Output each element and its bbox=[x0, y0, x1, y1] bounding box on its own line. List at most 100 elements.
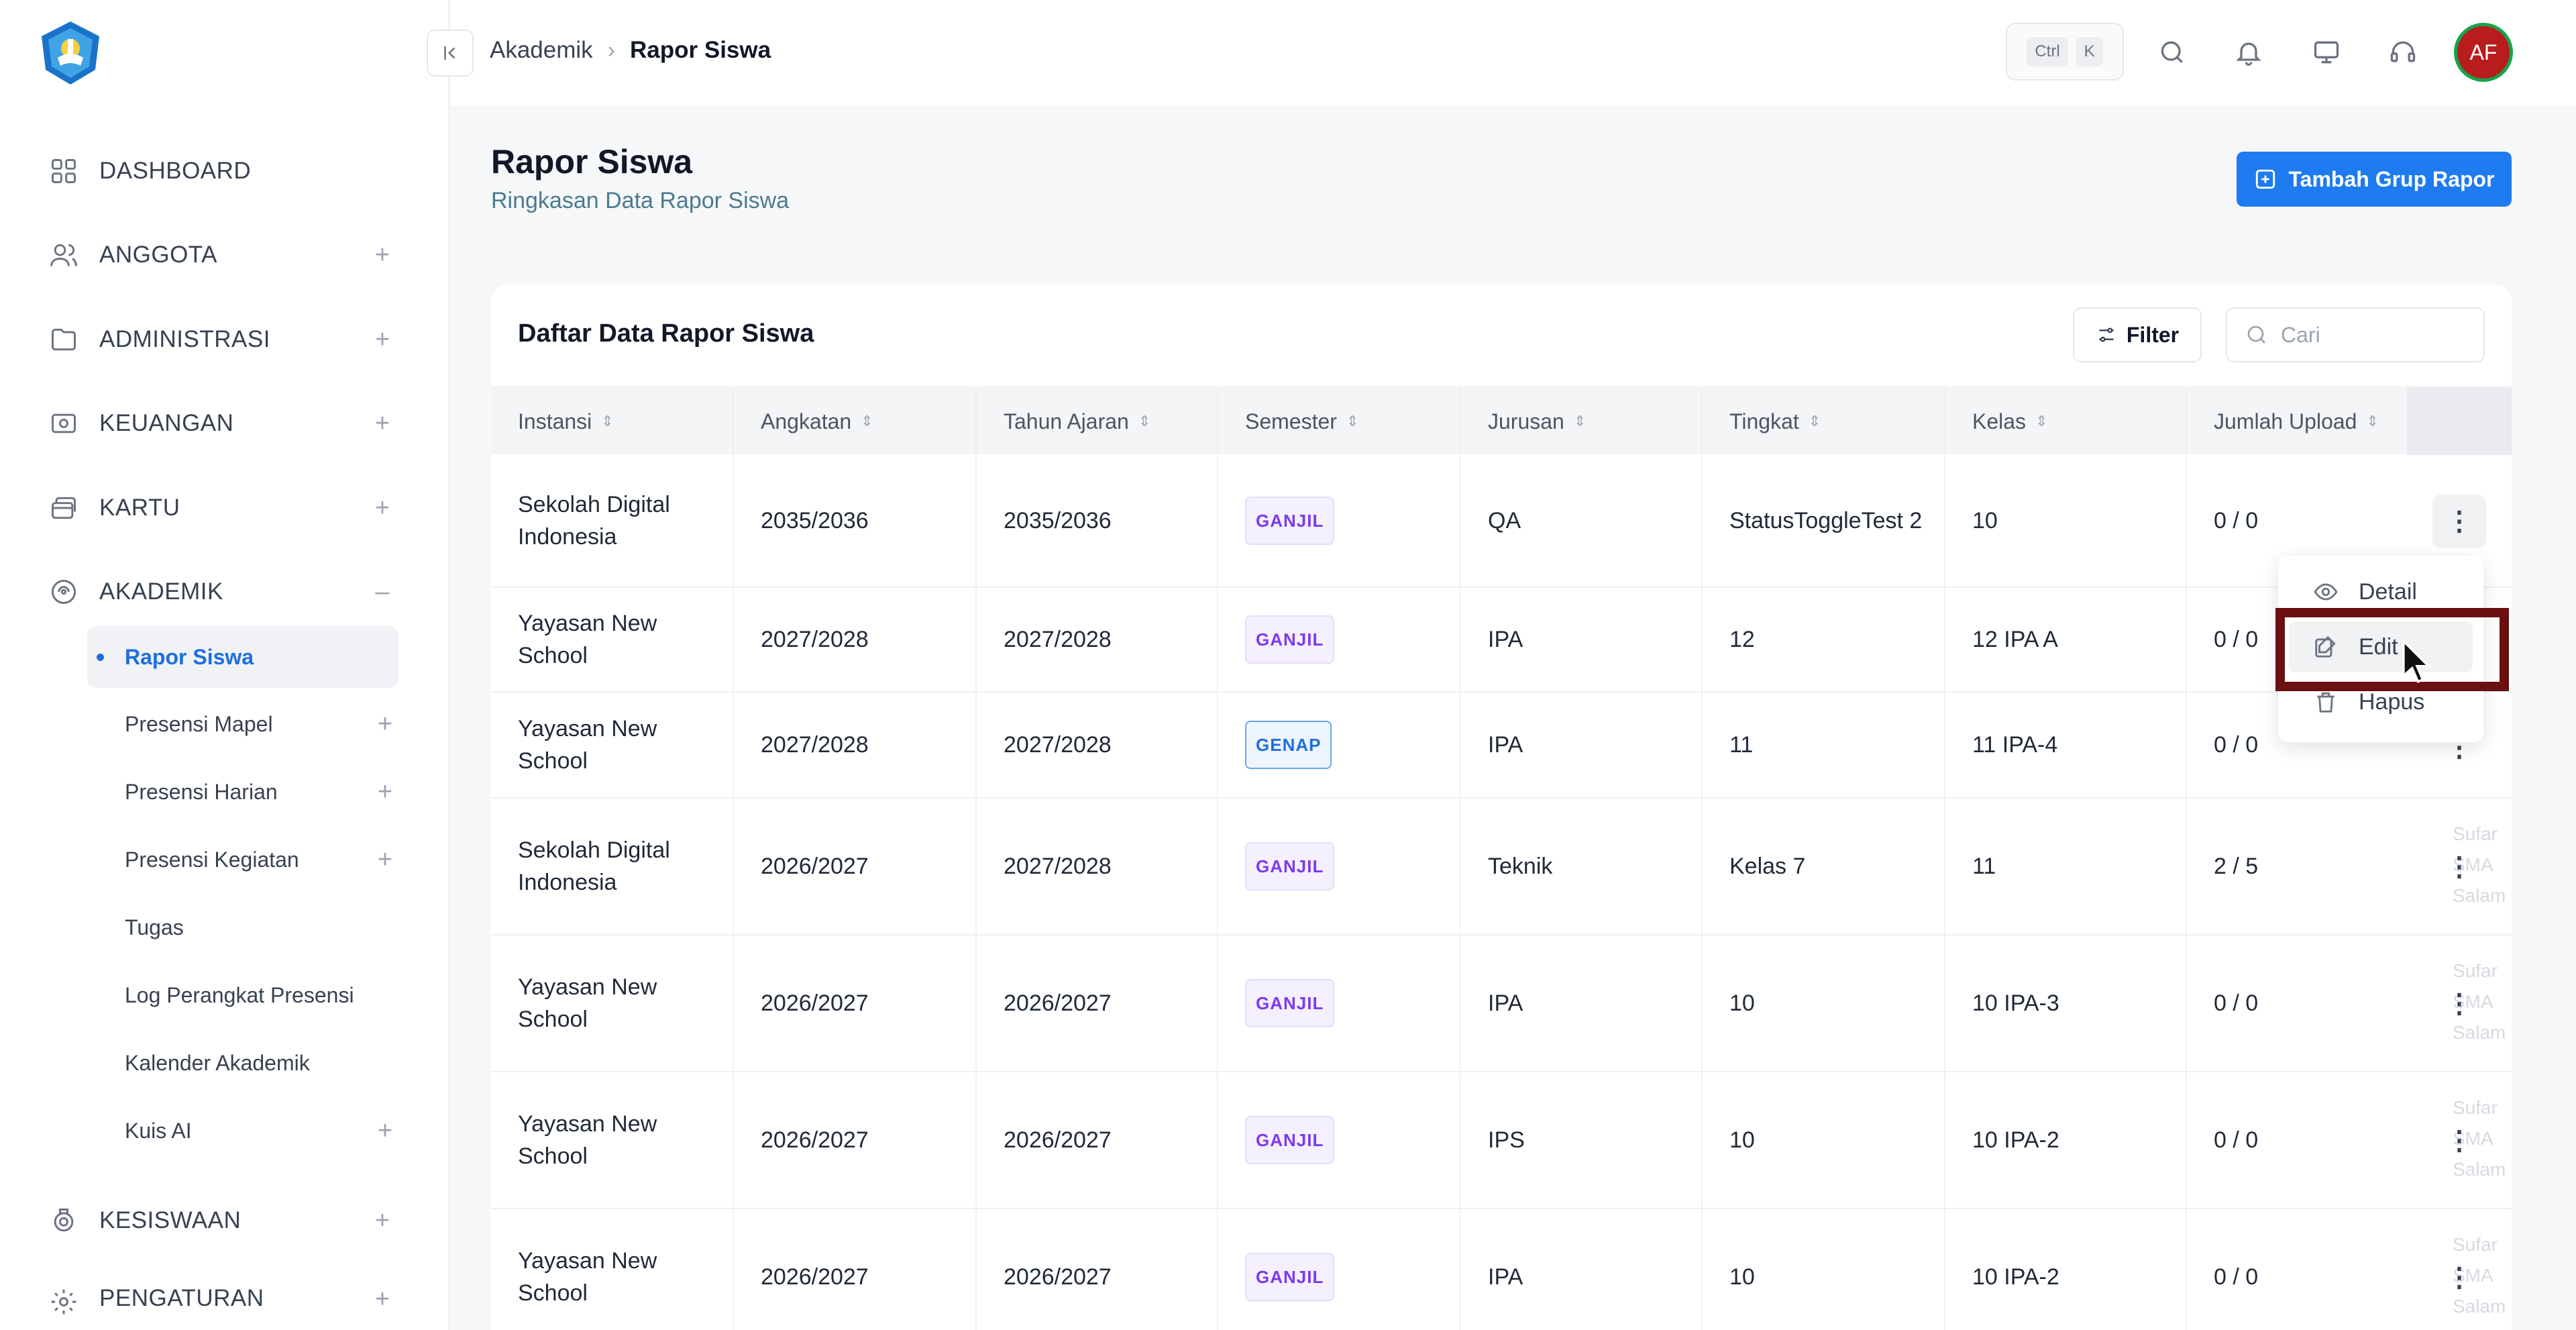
search-icon bbox=[2247, 325, 2265, 344]
sidebar-subitem-presensi-harian[interactable]: Presensi Harian + bbox=[87, 761, 398, 823]
cell-angkatan: 2027/2028 bbox=[734, 693, 977, 797]
table-row: Sekolah Digital Indonesia 2035/2036 2035… bbox=[491, 455, 2512, 588]
cell-kelas: 10 IPA-2 bbox=[1945, 1072, 2187, 1208]
sort-icon: ⇕ bbox=[1346, 413, 1359, 429]
expand-icon[interactable]: + bbox=[369, 325, 396, 354]
sidebar-subitem-rapor-siswa[interactable]: Rapor Siswa bbox=[87, 626, 398, 688]
table-row: Yayasan New School 2026/2027 2026/2027 G… bbox=[491, 1209, 2512, 1330]
expand-icon[interactable]: + bbox=[372, 778, 398, 807]
column-label: Tingkat bbox=[1729, 409, 1799, 433]
column-kelas[interactable]: Kelas ⇕ bbox=[1945, 388, 2187, 455]
column-tahun-ajaran[interactable]: Tahun Ajaran ⇕ bbox=[977, 388, 1218, 455]
expand-icon[interactable]: + bbox=[369, 1207, 396, 1235]
status-badge: GENAP bbox=[1245, 721, 1332, 769]
trash-icon bbox=[2317, 692, 2334, 713]
column-tingkat[interactable]: Tingkat ⇕ bbox=[1703, 388, 1945, 455]
sidebar-subitem-label: Presensi Mapel bbox=[125, 711, 273, 736]
row-actions-kebab-icon[interactable]: ⋮ bbox=[2432, 1251, 2486, 1305]
sidebar-subitem-kuis-ai[interactable]: Kuis AI + bbox=[87, 1100, 398, 1162]
cell-angkatan: 2026/2027 bbox=[734, 1072, 977, 1208]
collapse-sidebar-button[interactable] bbox=[427, 30, 474, 76]
sidebar: DASHBOARD ANGGOTA + ADMINISTRASI + KEUAN… bbox=[0, 0, 449, 1330]
sidebar-item-kartu[interactable]: KARTU + bbox=[47, 481, 396, 535]
cell-jurusan: IPA bbox=[1461, 588, 1703, 691]
page-subtitle: Ringkasan Data Rapor Siswa bbox=[491, 188, 790, 213]
filter-button[interactable]: Filter bbox=[2073, 307, 2202, 362]
cell-semester: GENAP bbox=[1218, 693, 1461, 797]
sidebar-item-pengaturan[interactable]: PENGATURAN + bbox=[47, 1277, 396, 1317]
cell-instansi: Yayasan New School bbox=[491, 1209, 734, 1330]
cell-tingkat: 10 bbox=[1703, 1072, 1945, 1208]
expand-icon[interactable]: + bbox=[369, 1285, 396, 1314]
sidebar-item-anggota[interactable]: ANGGOTA + bbox=[47, 228, 396, 282]
cell-kelas: 11 bbox=[1945, 799, 2187, 934]
search-input[interactable] bbox=[2281, 322, 2469, 348]
sidebar-subitem-presensi-mapel[interactable]: Presensi Mapel + bbox=[87, 693, 398, 755]
search-box[interactable] bbox=[2226, 307, 2485, 362]
breadcrumb-current: Rapor Siswa bbox=[630, 37, 771, 63]
cell-jurusan: Teknik bbox=[1461, 799, 1703, 934]
sort-icon: ⇕ bbox=[2035, 413, 2048, 429]
breadcrumb-akademik[interactable]: Akademik bbox=[490, 37, 593, 64]
sidebar-item-label: KARTU bbox=[99, 495, 180, 521]
sidebar-subitem-tugas[interactable]: Tugas bbox=[87, 897, 398, 958]
add-report-group-button[interactable]: Tambah Grup Rapor bbox=[2237, 152, 2512, 207]
expand-icon[interactable]: + bbox=[372, 1117, 398, 1145]
cell-angkatan: 2027/2028 bbox=[734, 588, 977, 691]
kbd-k: K bbox=[2076, 37, 2103, 66]
search-icon[interactable] bbox=[2153, 34, 2191, 71]
table-row: Yayasan New School 2027/2028 2027/2028 G… bbox=[491, 588, 2512, 693]
column-semester[interactable]: Semester ⇕ bbox=[1218, 388, 1461, 455]
sidebar-subitem-presensi-kegiatan[interactable]: Presensi Kegiatan + bbox=[87, 829, 398, 890]
sidebar-subitem-kalender[interactable]: Kalender Akademik bbox=[87, 1032, 398, 1094]
column-jumlah-upload[interactable]: Jumlah Upload ⇕ bbox=[2187, 388, 2407, 455]
cell-instansi: Yayasan New School bbox=[491, 588, 734, 691]
monitor-icon[interactable] bbox=[2308, 34, 2345, 71]
sidebar-subitem-label: Rapor Siswa bbox=[125, 644, 254, 669]
expand-icon[interactable]: + bbox=[369, 409, 396, 438]
row-actions-kebab-icon[interactable]: ⋮ bbox=[2432, 1114, 2486, 1168]
sidebar-item-administrasi[interactable]: ADMINISTRASI + bbox=[47, 313, 396, 366]
row-actions-kebab-icon[interactable]: ⋮ bbox=[2432, 495, 2486, 548]
status-badge: GANJIL bbox=[1245, 1253, 1335, 1301]
sidebar-item-kesiswaan[interactable]: KESISWAAN + bbox=[47, 1194, 396, 1247]
cell-tingkat: 11 bbox=[1703, 693, 1945, 797]
sort-icon: ⇕ bbox=[2366, 413, 2379, 429]
command-palette-shortcut[interactable]: Ctrl K bbox=[2006, 23, 2124, 81]
column-instansi[interactable]: Instansi ⇕ bbox=[491, 388, 734, 455]
expand-icon[interactable]: + bbox=[369, 494, 396, 523]
headset-icon[interactable] bbox=[2384, 34, 2422, 71]
cell-tingkat: 12 bbox=[1703, 588, 1945, 691]
sliders-icon bbox=[2099, 327, 2114, 342]
academic-icon bbox=[47, 575, 80, 609]
sidebar-subitem-log-perangkat[interactable]: Log Perangkat Presensi bbox=[87, 964, 398, 1026]
sidebar-item-keuangan[interactable]: KEUANGAN + bbox=[47, 397, 396, 450]
sidebar-item-label: KEUANGAN bbox=[99, 410, 234, 436]
table-row: Yayasan New School 2026/2027 2026/2027 G… bbox=[491, 935, 2512, 1072]
column-jurusan[interactable]: Jurusan ⇕ bbox=[1461, 388, 1703, 455]
row-actions-kebab-icon[interactable]: ⋮ bbox=[2432, 840, 2486, 894]
expand-icon[interactable]: + bbox=[372, 710, 398, 739]
expand-icon[interactable]: + bbox=[372, 846, 398, 874]
folder-icon bbox=[47, 323, 80, 356]
sidebar-subitem-label: Presensi Harian bbox=[125, 779, 278, 804]
cell-tahun-ajaran: 2027/2028 bbox=[977, 799, 1218, 934]
collapse-icon[interactable]: – bbox=[369, 578, 396, 607]
page-title: Rapor Siswa bbox=[491, 143, 693, 181]
mouse-cursor-icon bbox=[2402, 638, 2432, 686]
table-row: Yayasan New School 2026/2027 2026/2027 G… bbox=[491, 1072, 2512, 1209]
cell-tahun-ajaran: 2027/2028 bbox=[977, 693, 1218, 797]
sidebar-item-akademik[interactable]: AKADEMIK – bbox=[47, 565, 396, 619]
column-label: Instansi bbox=[518, 409, 592, 433]
row-actions-kebab-icon[interactable]: ⋮ bbox=[2432, 977, 2486, 1031]
avatar[interactable]: AF bbox=[2454, 23, 2513, 82]
cell-tahun-ajaran: 2026/2027 bbox=[977, 1072, 1218, 1208]
column-label: Semester bbox=[1245, 409, 1337, 433]
cell-kelas: 10 IPA-3 bbox=[1945, 935, 2187, 1071]
tut-wuri-handayani-logo[interactable] bbox=[36, 19, 105, 87]
column-angkatan[interactable]: Angkatan ⇕ bbox=[734, 388, 977, 455]
sidebar-subitem-label: Log Perangkat Presensi bbox=[125, 982, 354, 1007]
expand-icon[interactable]: + bbox=[369, 241, 396, 270]
sidebar-item-dashboard[interactable]: DASHBOARD bbox=[47, 144, 396, 198]
bell-icon[interactable] bbox=[2230, 34, 2267, 71]
